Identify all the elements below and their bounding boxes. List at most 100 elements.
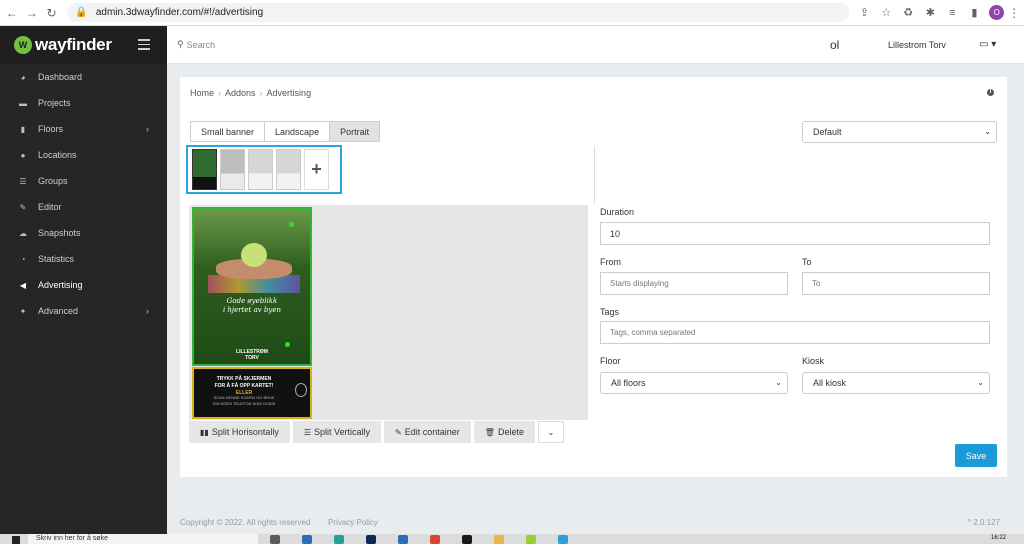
rows-icon: ☰ (303, 427, 312, 437)
sidebar-item-advertising[interactable]: ◀ Advertising (0, 272, 167, 298)
tab-portrait[interactable]: Portrait (329, 121, 381, 142)
sidebar-item-dashboard[interactable]: ◕ Dashboard (0, 64, 167, 90)
tags-label: Tags (600, 307, 620, 317)
ad-thumbnail[interactable] (276, 149, 301, 190)
chevron-right-icon: › (146, 306, 149, 316)
taskbar-clock: 16:22 (990, 535, 1006, 541)
layout-select[interactable]: Default ⌄ (802, 121, 997, 143)
sidebar-item-projects[interactable]: ▬ Projects (0, 90, 167, 116)
side-panel-icon[interactable]: ▮ (963, 6, 985, 19)
extensions-icon[interactable]: ✱ (919, 6, 941, 19)
edge-browser-icon[interactable] (334, 535, 344, 544)
sidebar-item-locations[interactable]: ● Locations (0, 142, 167, 168)
duration-input[interactable]: 10 (600, 222, 990, 245)
sidebar-item-floors[interactable]: ▮ Floors › (0, 116, 167, 142)
mail-app-icon[interactable] (302, 535, 312, 544)
task-view-icon[interactable] (270, 535, 280, 544)
info-icon[interactable]: i (987, 89, 994, 96)
photoshop-icon[interactable] (366, 535, 376, 544)
privacy-policy-link[interactable]: Privacy Policy (328, 518, 378, 527)
sidebar-item-statistics[interactable]: ◔ Statistics (0, 246, 167, 272)
floor-label: Floor (600, 356, 621, 366)
ad-container-bottom[interactable]: TRYKK PÅ SKJERMEN FOR Å FÅ OPP KARTET! E… (192, 367, 312, 419)
tags-input[interactable]: Tags, comma separated (600, 321, 990, 344)
more-actions-dropdown[interactable]: ⌄ (537, 421, 564, 443)
monitor-dropdown-icon[interactable]: ▭ ▾ (979, 39, 996, 50)
store-icon[interactable] (398, 535, 408, 544)
resize-handle[interactable] (285, 342, 290, 347)
wayfinder-logo-icon: W (14, 36, 32, 54)
hamburger-menu-icon[interactable] (138, 39, 150, 53)
briefcase-icon: ▬ (19, 98, 27, 108)
duration-label: Duration (600, 207, 635, 217)
browser-toolbar: ← → ↻ 🔒 admin.3dwayfinder.com/#!/adverti… (0, 0, 1024, 26)
breadcrumb-home[interactable]: Home (190, 88, 214, 98)
chevron-down-icon: ⌄ (547, 427, 555, 437)
split-horizontally-button[interactable]: ▮▮ Split Horisontally (189, 421, 290, 443)
columns-icon: ▮▮ (200, 427, 209, 437)
split-vertically-button[interactable]: ☰ Split Vertically (292, 421, 382, 443)
sidebar-item-editor[interactable]: ✎ Editor (0, 194, 167, 220)
address-bar[interactable]: 🔒 admin.3dwayfinder.com/#!/advertising (67, 3, 850, 22)
to-input[interactable]: To (802, 272, 990, 295)
windows-start-icon[interactable] (12, 536, 20, 544)
back-icon[interactable]: ← (2, 3, 22, 23)
plus-icon: + (311, 159, 322, 179)
sidebar-item-groups[interactable]: ☰ Groups (0, 168, 167, 194)
kiosk-select[interactable]: All kiosk ⌄ (802, 372, 990, 394)
recycle-icon[interactable]: ♻ (897, 6, 919, 19)
reading-list-icon[interactable]: ≡ (941, 7, 963, 19)
footer: Copyright © 2022. All rights reserved Pr… (180, 518, 1010, 530)
breadcrumb-separator: › (259, 88, 263, 98)
sidebar-item-snapshots[interactable]: ☁ Snapshots (0, 220, 167, 246)
ad-thumbnail[interactable] (220, 149, 245, 190)
user-initials[interactable]: ol (830, 38, 839, 52)
kiosk-label: Kiosk (802, 356, 825, 366)
floor-select[interactable]: All floors ⌄ (600, 372, 788, 394)
venue-selector[interactable]: Lillestrom Torv (888, 40, 946, 50)
share-icon[interactable]: ⇪ (853, 6, 875, 19)
breadcrumb-advertising: Advertising (266, 88, 312, 98)
bookmark-star-icon[interactable]: ☆ (875, 6, 897, 19)
pie-chart-icon: ◔ (20, 254, 26, 264)
taskbar-search[interactable]: Skriv inn her for å søke (28, 534, 258, 544)
breadcrumb-addons[interactable]: Addons (225, 88, 256, 98)
forward-icon[interactable]: → (22, 3, 42, 23)
brand[interactable]: W wayfinder (0, 26, 167, 64)
save-button[interactable]: Save (955, 444, 997, 467)
list-icon: ☰ (19, 176, 27, 186)
ad-thumbnail-strip: + (186, 145, 342, 194)
edit-container-button[interactable]: ✎ Edit container (384, 421, 471, 443)
url-text: admin.3dwayfinder.com/#!/advertising (95, 7, 264, 18)
profile-avatar[interactable]: O (989, 5, 1005, 20)
ad-thumbnail[interactable] (248, 149, 273, 190)
from-input[interactable]: Starts displaying (600, 272, 788, 295)
add-ad-button[interactable]: + (304, 149, 329, 190)
copyright-text: Copyright © 2022. All rights reserved (180, 518, 311, 527)
cloud-upload-icon: ☁ (19, 228, 27, 238)
tab-small-banner[interactable]: Small banner (190, 121, 266, 142)
delete-button[interactable]: 🗑 Delete (473, 421, 535, 443)
chrome-browser-icon[interactable] (430, 535, 440, 544)
sidebar-item-advanced[interactable]: ✦ Advanced › (0, 298, 167, 324)
app-icon[interactable] (462, 535, 472, 544)
taskbar-apps (270, 535, 590, 544)
ad-thumbnail-selected[interactable] (192, 149, 217, 190)
apple-image (241, 243, 267, 267)
building-icon: ▮ (20, 124, 26, 134)
file-explorer-icon[interactable] (494, 535, 504, 544)
resize-handle[interactable] (289, 222, 294, 227)
menu-dots-icon[interactable]: ⋮ (1004, 3, 1024, 23)
app-icon[interactable] (526, 535, 536, 544)
bullhorn-icon: ◀ (19, 280, 27, 290)
reload-icon[interactable]: ↻ (42, 3, 62, 23)
telegram-icon[interactable] (558, 535, 568, 544)
top-header: ⚲ Search ol Lillestrom Torv ▭ ▾ (167, 26, 1024, 64)
search-box[interactable]: ⚲ Search (177, 39, 215, 50)
to-label: To (802, 257, 812, 267)
sidebar: W wayfinder ◕ Dashboard ▬ Projects ▮ Floors… (0, 26, 167, 534)
ad-container-top[interactable]: Gode øyeblikk i hjertet av byen LILLESTR… (192, 207, 312, 366)
tab-landscape[interactable]: Landscape (264, 121, 331, 142)
sidebar-menu: ◕ Dashboard ▬ Projects ▮ Floors › ● Locations… (0, 64, 167, 324)
breadcrumb-separator: › (218, 88, 222, 98)
